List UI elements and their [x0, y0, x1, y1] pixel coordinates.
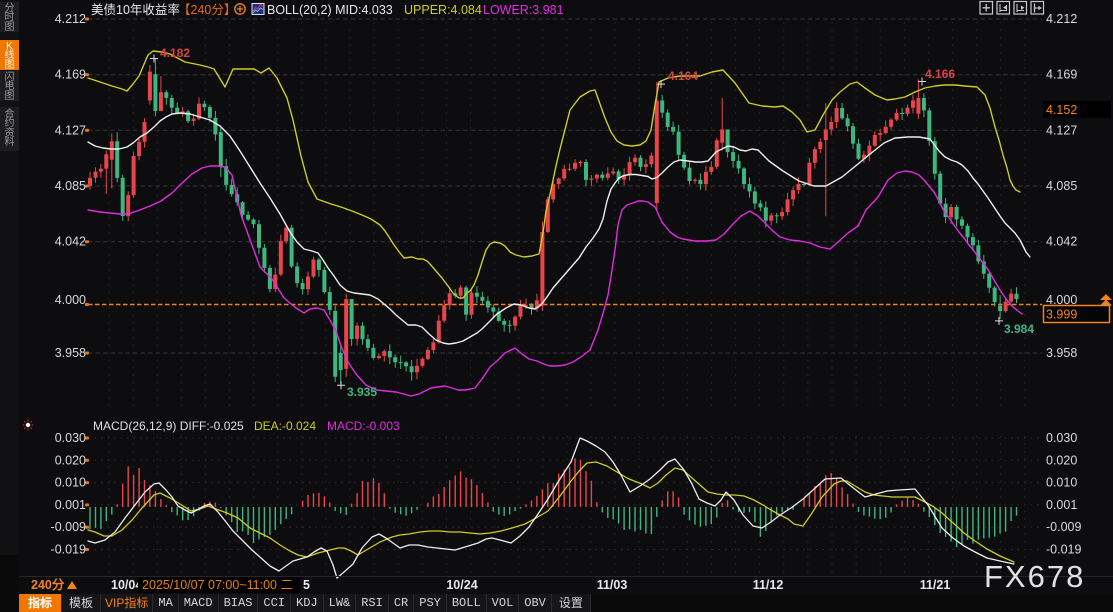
svg-text:4.212: 4.212 — [1046, 12, 1077, 26]
svg-text:0.020: 0.020 — [55, 453, 86, 467]
svg-text:LOWER:3.981: LOWER:3.981 — [483, 3, 564, 17]
svg-text:3.984: 3.984 — [1004, 322, 1034, 336]
svg-text:DEA:-0.024: DEA:-0.024 — [254, 419, 316, 433]
svg-text:4.169: 4.169 — [55, 68, 86, 82]
svg-text:4.164: 4.164 — [668, 69, 698, 83]
svg-text:4.042: 4.042 — [55, 235, 86, 249]
svg-text:-0.009: -0.009 — [51, 520, 86, 534]
svg-text:11/03: 11/03 — [597, 578, 628, 592]
svg-text:-0.009: -0.009 — [1046, 520, 1081, 534]
svg-text:4.182: 4.182 — [160, 46, 190, 60]
svg-text:4.085: 4.085 — [55, 179, 86, 193]
svg-text:3.958: 3.958 — [55, 346, 86, 360]
svg-text:-0.019: -0.019 — [1046, 543, 1081, 557]
svg-text:4.085: 4.085 — [1046, 179, 1077, 193]
svg-text:4.042: 4.042 — [1046, 235, 1077, 249]
svg-text:2025/10/07 07:00~11:00 二: 2025/10/07 07:00~11:00 二 — [142, 578, 293, 592]
svg-text:4.127: 4.127 — [1046, 123, 1077, 137]
svg-text:MACD:-0.003: MACD:-0.003 — [327, 419, 400, 433]
svg-text:0.030: 0.030 — [1046, 431, 1077, 445]
svg-text:0.010: 0.010 — [1046, 476, 1077, 490]
svg-text:3.999: 3.999 — [1046, 308, 1077, 322]
svg-text:10/04: 10/04 — [111, 578, 142, 592]
svg-text:10/24: 10/24 — [446, 578, 477, 592]
svg-text:0.020: 0.020 — [1046, 453, 1077, 467]
svg-text:4.000: 4.000 — [55, 293, 86, 307]
svg-text:3.935: 3.935 — [347, 385, 377, 399]
svg-text:5: 5 — [303, 578, 310, 592]
svg-text:4.127: 4.127 — [55, 123, 86, 137]
svg-text:BOLL(20,2) MID:4.033: BOLL(20,2) MID:4.033 — [267, 3, 393, 17]
svg-text:4.169: 4.169 — [1046, 68, 1077, 82]
svg-text:0.030: 0.030 — [55, 431, 86, 445]
svg-text:-0.019: -0.019 — [51, 543, 86, 557]
svg-text:MACD(26,12,9) DIFF:-0.025: MACD(26,12,9) DIFF:-0.025 — [93, 419, 244, 433]
svg-text:0.001: 0.001 — [55, 498, 86, 512]
svg-text:【240分】: 【240分】 — [178, 3, 236, 17]
svg-text:11/21: 11/21 — [920, 578, 951, 592]
svg-text:0.001: 0.001 — [1046, 498, 1077, 512]
svg-text:UPPER:4.084: UPPER:4.084 — [404, 3, 482, 17]
svg-text:FX678: FX678 — [984, 559, 1085, 594]
svg-text:美债10年收益率: 美债10年收益率 — [91, 2, 180, 17]
svg-text:4.212: 4.212 — [55, 12, 86, 26]
svg-text:4.152: 4.152 — [1046, 103, 1077, 117]
svg-text:0.010: 0.010 — [55, 476, 86, 490]
svg-text:11/12: 11/12 — [753, 578, 784, 592]
svg-text:240分: 240分 — [31, 577, 65, 592]
svg-text:4.166: 4.166 — [925, 67, 955, 81]
svg-text:3.958: 3.958 — [1046, 346, 1077, 360]
